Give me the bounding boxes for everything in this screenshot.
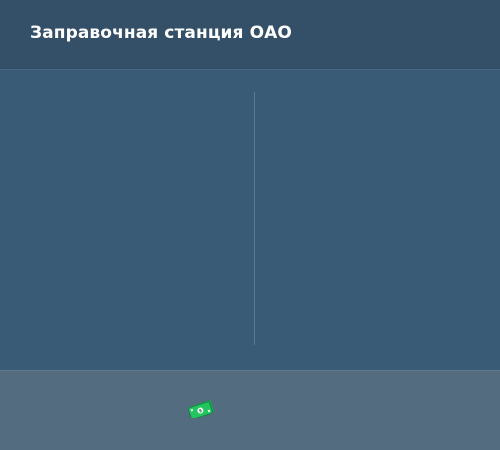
page-title: Заправочная станция ОАО <box>30 23 292 43</box>
app-window: Заправочная станция ОАО $ <box>0 0 500 450</box>
footer-bar: $ <box>0 370 500 450</box>
header-bar: Заправочная станция ОАО <box>0 0 500 70</box>
vertical-divider <box>254 92 255 345</box>
main-content-area <box>0 70 500 370</box>
money-icon[interactable]: $ <box>188 400 216 418</box>
